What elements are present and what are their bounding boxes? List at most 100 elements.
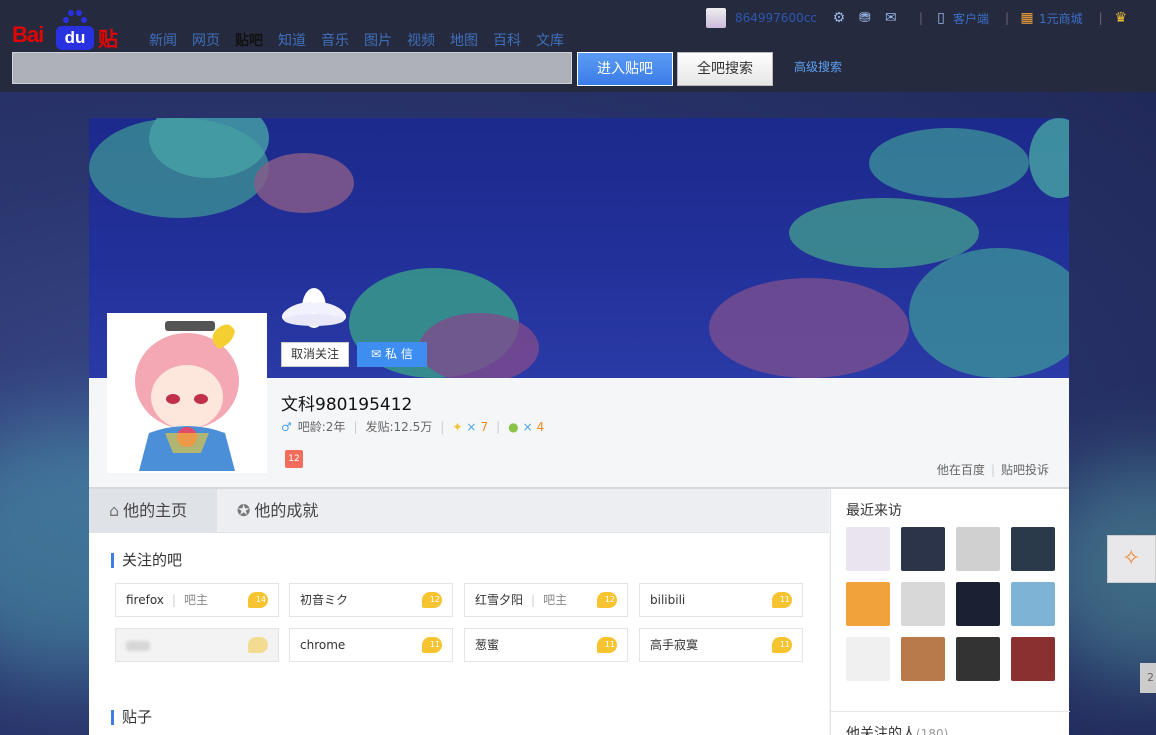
baidu-profile-link[interactable]: 他在百度	[937, 463, 985, 477]
profile-card: 取消关注 ✉ 私 信 文科980195412 ♂ 吧龄:2年 | 发贴:12.5万…	[89, 118, 1070, 735]
profile-links: 他在百度 | 贴吧投诉	[937, 461, 1049, 478]
followed-bar-item[interactable]: 葱蜜 11	[464, 628, 628, 662]
level-badge: 12	[422, 592, 442, 608]
profile-avatar[interactable]	[107, 313, 267, 473]
tab-achievements[interactable]: ✪ 他的成就	[217, 489, 357, 533]
nav-wenku[interactable]: 文库	[536, 30, 564, 50]
nav-images[interactable]: 图片	[364, 30, 392, 50]
visitor-avatar[interactable]	[846, 582, 890, 626]
banner-lilypad	[419, 313, 539, 378]
magic-wand-icon: ✧	[1122, 546, 1141, 571]
separator: |	[1004, 11, 1010, 25]
bar-role: 吧主	[183, 593, 208, 607]
user-bar: 864997600cc ⚙ ⛃ ✉ | ▯ 客户端 | ▦ 1元商城 | ♛	[706, 8, 1139, 28]
search-input[interactable]	[12, 52, 572, 84]
followed-bar-item[interactable]: 高手寂寞 11	[639, 628, 803, 662]
separator: |	[990, 463, 995, 477]
separator: |	[531, 593, 536, 607]
banner-lilypad	[909, 248, 1069, 378]
visitor-avatar[interactable]	[956, 637, 1000, 681]
unfollow-button[interactable]: 取消关注	[281, 342, 349, 367]
followed-bar-item[interactable]: 初音ミク 12	[289, 583, 453, 617]
top-bar: Bai du 贴吧 新闻 网页 贴吧 知道 音乐 图片 视频 地图 百科 文库 …	[0, 0, 1156, 92]
level-badge	[248, 637, 268, 653]
separator: |	[440, 419, 445, 434]
nav-news[interactable]: 新闻	[149, 30, 177, 50]
user-name-link[interactable]: 864997600cc	[735, 11, 817, 25]
visitor-avatar[interactable]	[846, 637, 890, 681]
baidu-tieba-logo[interactable]: Bai du 贴吧	[12, 8, 132, 80]
followed-bar-item-blurred[interactable]	[115, 628, 279, 662]
visitor-avatar[interactable]	[901, 527, 945, 571]
separator: |	[496, 419, 501, 434]
level-badge: 11	[772, 637, 792, 653]
visitor-avatar[interactable]	[901, 582, 945, 626]
private-message-button[interactable]: ✉ 私 信	[357, 342, 427, 367]
visitor-avatar[interactable]	[846, 527, 890, 571]
level-badge: 11	[597, 637, 617, 653]
report-link[interactable]: 贴吧投诉	[1001, 463, 1049, 477]
sidebar: 最近来访 他关注的人(180)	[830, 489, 1070, 735]
visitor-avatar[interactable]	[1011, 582, 1055, 626]
banner-lilypad	[1029, 118, 1069, 198]
client-link[interactable]: 客户端	[953, 10, 989, 27]
tab-achievements-label: 他的成就	[254, 501, 319, 520]
floating-tool-button[interactable]: ✧	[1107, 535, 1156, 583]
gem-mult: ×	[466, 419, 477, 434]
followed-bar-item[interactable]: bilibili 11	[639, 583, 803, 617]
crown-icon[interactable]: ♛	[1113, 10, 1129, 26]
product-nav: 新闻 网页 贴吧 知道 音乐 图片 视频 地图 百科 文库	[149, 30, 579, 50]
bean-mult: ×	[522, 419, 533, 434]
gem-count: 7	[480, 419, 489, 434]
advanced-search-link[interactable]: 高级搜索	[794, 58, 842, 75]
followed-bars-title: 关注的吧	[111, 553, 182, 568]
shop-link[interactable]: 1元商城	[1039, 10, 1083, 27]
nav-tieba[interactable]: 贴吧	[235, 30, 263, 50]
bar-name: 初音ミク	[300, 593, 349, 607]
visitor-avatar[interactable]	[901, 637, 945, 681]
banner-lilypad	[254, 153, 354, 213]
following-title[interactable]: 他关注的人(180)	[846, 723, 948, 735]
gem-icon: ✦	[452, 419, 463, 434]
user-avatar[interactable]	[706, 8, 726, 28]
nav-web[interactable]: 网页	[192, 30, 220, 50]
enter-tieba-button[interactable]: 进入贴吧	[577, 52, 673, 86]
level-badge[interactable]: 12	[285, 450, 303, 468]
nav-video[interactable]: 视频	[407, 30, 435, 50]
home-icon: ⌂	[109, 501, 120, 520]
followed-bar-item[interactable]: firefox | 吧主 14	[115, 583, 279, 617]
separator: |	[171, 593, 176, 607]
nav-music[interactable]: 音乐	[321, 30, 349, 50]
followed-bar-item[interactable]: 红雪夕阳 | 吧主 12	[464, 583, 628, 617]
bag-icon[interactable]: ⛃	[857, 10, 873, 26]
visitor-avatar[interactable]	[1011, 527, 1055, 571]
visitor-avatar[interactable]	[956, 527, 1000, 571]
gear-icon[interactable]: ⚙	[831, 10, 847, 26]
nav-zhidao[interactable]: 知道	[278, 30, 306, 50]
visitor-avatar[interactable]	[956, 582, 1000, 626]
mail-icon[interactable]: ✉	[883, 10, 899, 26]
recent-visitors-title: 最近来访	[846, 503, 902, 519]
mail-icon: ✉	[371, 347, 382, 361]
post-count: 发贴:12.5万	[365, 420, 433, 434]
followed-bar-item[interactable]: chrome 11	[289, 628, 453, 662]
level-badge: 11	[772, 592, 792, 608]
paw-icon	[63, 10, 87, 23]
nav-baike[interactable]: 百科	[493, 30, 521, 50]
nav-map[interactable]: 地图	[450, 30, 478, 50]
profile-tabs: ⌂ 他的主页 ✪ 他的成就	[89, 489, 829, 533]
bar-name: chrome	[300, 638, 346, 652]
private-message-label: 私 信	[385, 347, 413, 361]
visitor-avatar[interactable]	[1011, 637, 1055, 681]
following-count: (180)	[916, 727, 949, 735]
phone-icon: ▯	[937, 10, 945, 26]
search-all-button[interactable]: 全吧搜索	[677, 52, 773, 86]
tab-home[interactable]: ⌂ 他的主页	[89, 489, 217, 533]
logo-du: du	[56, 26, 94, 50]
separator: |	[353, 419, 358, 434]
level-badge: 12	[597, 592, 617, 608]
logo-bai: Bai	[12, 22, 44, 47]
profile-username: 文科980195412	[281, 395, 413, 415]
following-label: 他关注的人	[846, 726, 916, 735]
floating-page-tab[interactable]: 2	[1140, 663, 1156, 693]
